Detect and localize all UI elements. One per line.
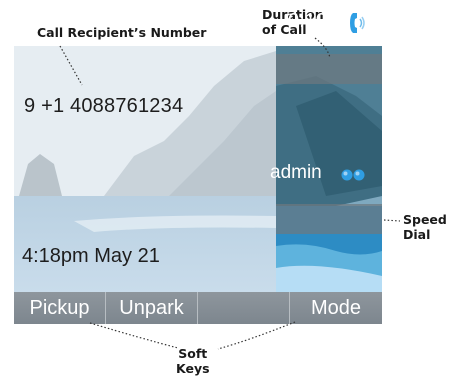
callout-speed-line2: Dial <box>403 227 431 242</box>
date-time: 4:18pm May 21 <box>22 245 160 267</box>
call-duration-bar <box>276 54 382 84</box>
callout-speed-line1: Speed <box>403 212 447 227</box>
speed-dial-dots-icon <box>341 169 365 181</box>
callout-speed-dial: Speed Dial <box>403 212 447 242</box>
softkey-empty[interactable] <box>198 292 290 324</box>
leader-speed <box>383 219 401 222</box>
callout-recipient-number: Call Recipient’s Number <box>37 25 207 40</box>
softkey-unpark[interactable]: Unpark <box>106 292 198 324</box>
speed-dial-label[interactable]: admin <box>270 162 322 184</box>
speed-dial-bar[interactable] <box>276 204 382 234</box>
leader-softkeys-left <box>89 322 179 349</box>
soft-key-bar: Pickup Unpark Mode <box>14 292 382 324</box>
callout-softkeys-line2: Keys <box>176 361 210 376</box>
call-timer: 0:10 <box>288 10 327 32</box>
dialed-number: 9 +1 4088761234 <box>24 95 184 117</box>
phone-display: 9 +1 4088761234 4:18pm May 21 <box>14 46 382 324</box>
softkey-mode[interactable]: Mode <box>290 292 382 324</box>
phone-handset-icon <box>350 13 365 33</box>
softkey-pickup[interactable]: Pickup <box>14 292 106 324</box>
callout-softkeys-line1: Soft <box>178 346 208 361</box>
callout-soft-keys: Soft Keys <box>176 346 210 376</box>
leader-softkeys-right <box>217 321 296 350</box>
